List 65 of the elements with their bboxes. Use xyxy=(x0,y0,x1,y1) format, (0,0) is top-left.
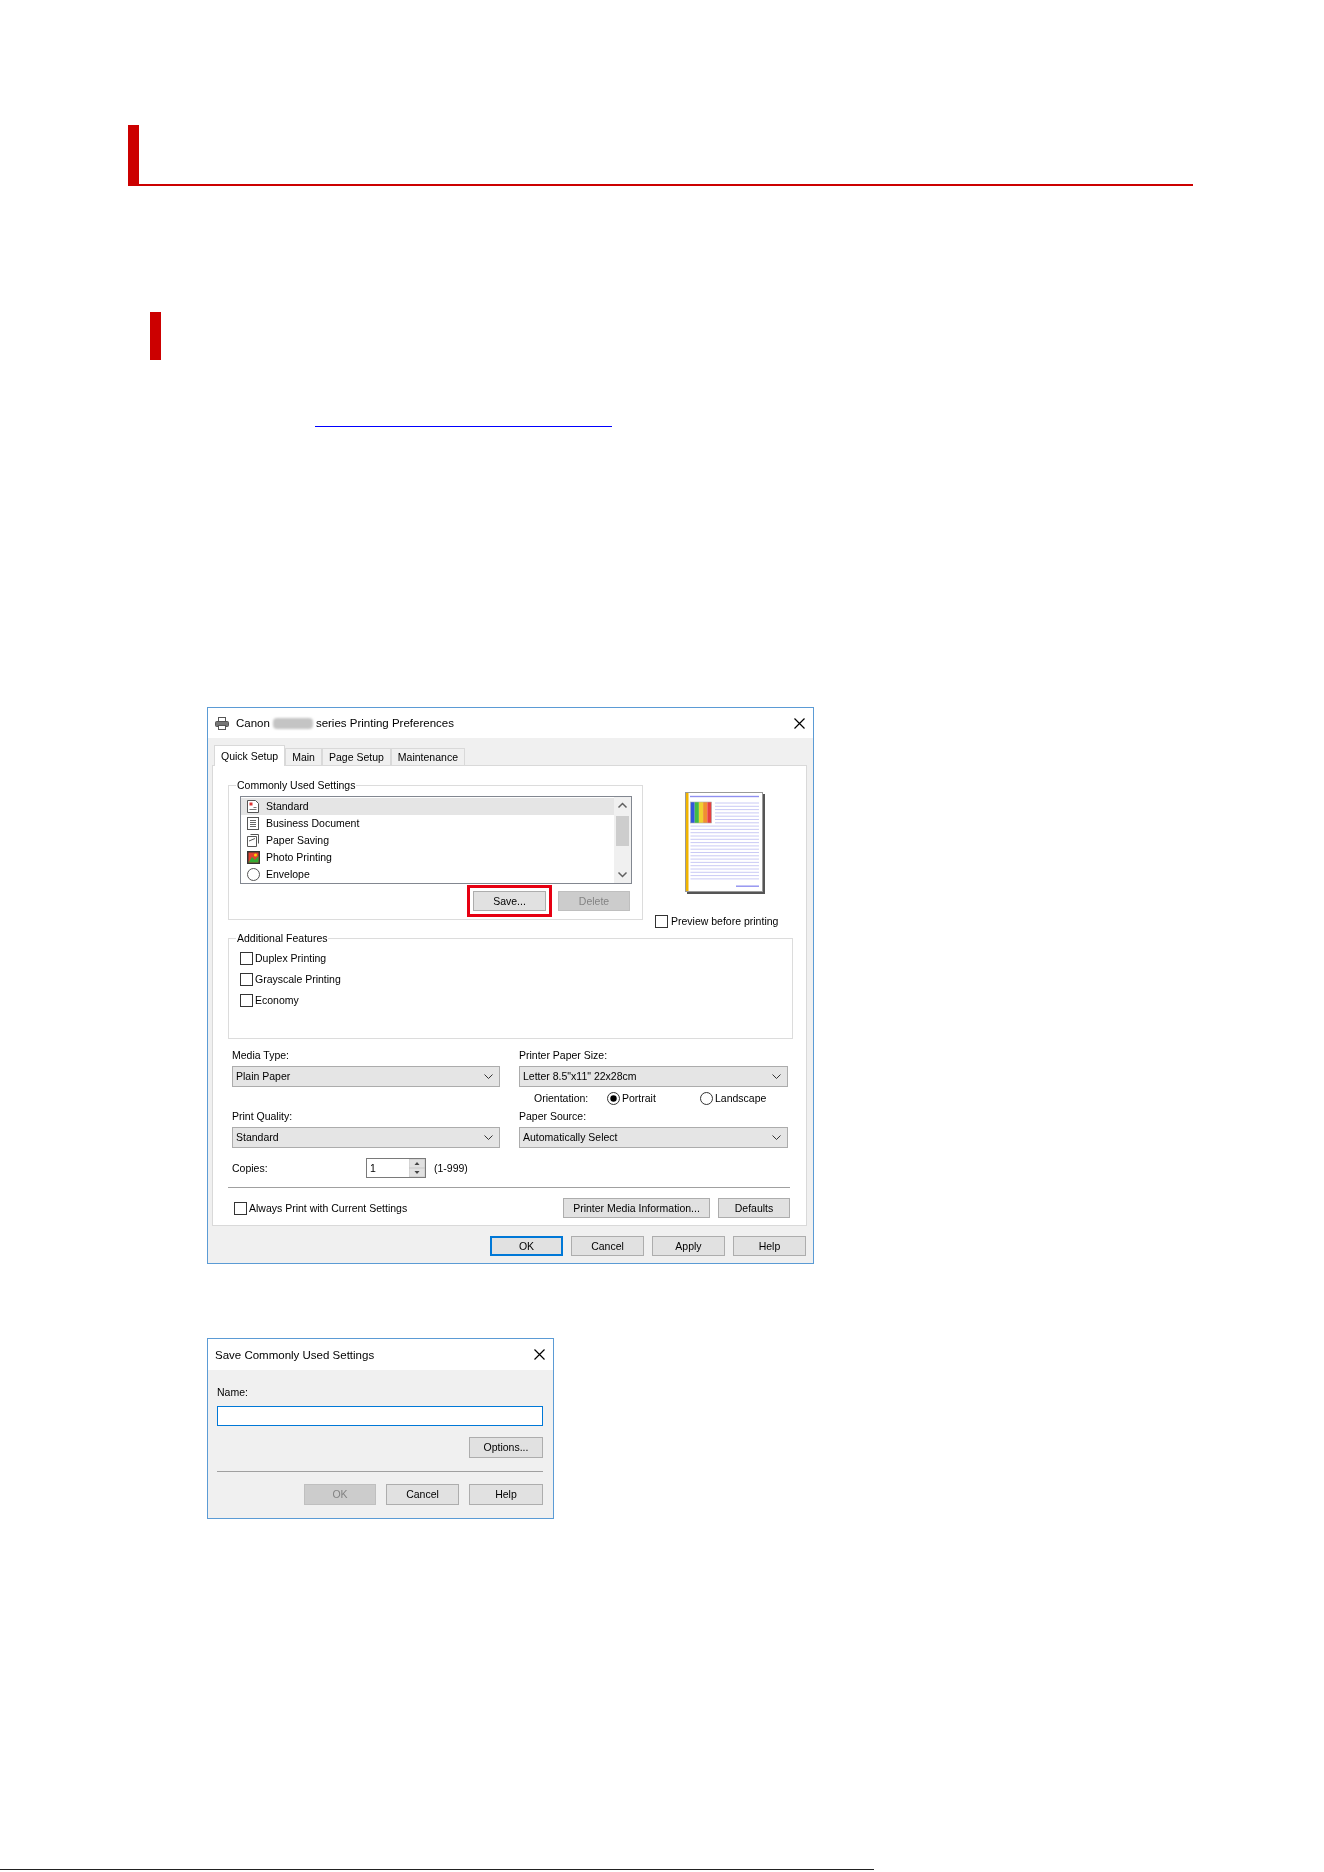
picture-icon xyxy=(247,851,260,864)
chevron-down-icon xyxy=(484,1074,493,1079)
radio-label: Portrait xyxy=(622,1092,656,1105)
printer-icon xyxy=(215,716,229,730)
checkbox-label: Grayscale Printing xyxy=(255,973,341,986)
chevron-down-icon xyxy=(484,1135,493,1140)
tab[interactable]: Page Setup xyxy=(321,748,391,765)
field-label: Name: xyxy=(217,1386,249,1399)
checkbox-label: Duplex Printing xyxy=(255,952,327,965)
document-icon xyxy=(247,800,260,813)
group-label: Commonly Used Settings xyxy=(236,779,357,792)
checkbox[interactable] xyxy=(240,952,253,965)
dialog-button[interactable]: Help xyxy=(469,1484,543,1505)
field-label: Print Quality: xyxy=(232,1110,294,1123)
options-button[interactable]: Options... xyxy=(469,1437,543,1458)
checkbox-label: Economy xyxy=(255,994,299,1007)
tab[interactable]: Main xyxy=(285,748,322,765)
dialog-button[interactable]: Help xyxy=(733,1236,806,1256)
window-title: Canon xyxy=(236,716,270,730)
caret-down-icon[interactable] xyxy=(409,1168,425,1177)
dialog-button[interactable]: Cancel xyxy=(571,1236,644,1256)
name-field[interactable] xyxy=(217,1406,543,1426)
panel-button[interactable]: Defaults xyxy=(718,1198,790,1218)
checkbox[interactable] xyxy=(655,915,668,928)
dialog-button[interactable]: OK xyxy=(490,1236,563,1256)
panel-button[interactable]: Printer Media Information... xyxy=(563,1198,710,1218)
dropdown[interactable]: Plain Paper xyxy=(232,1066,500,1087)
checkbox[interactable] xyxy=(240,994,253,1007)
tab[interactable]: Quick Setup xyxy=(214,745,286,766)
field-label: Printer Paper Size: xyxy=(519,1049,609,1062)
radio-button[interactable] xyxy=(700,1092,713,1105)
checkbox[interactable] xyxy=(240,973,253,986)
lined-page-icon xyxy=(247,817,260,830)
checkbox[interactable] xyxy=(234,1201,247,1215)
field-label: Orientation: xyxy=(534,1092,590,1105)
scrollbar-thumb[interactable] xyxy=(616,816,629,846)
dropdown[interactable]: Letter 8.5"x11" 22x28cm xyxy=(519,1066,788,1087)
list-item[interactable]: Standard xyxy=(241,798,614,815)
radio-label: Landscape xyxy=(715,1092,767,1105)
circle-icon xyxy=(247,868,260,881)
chevron-down-icon xyxy=(772,1135,781,1140)
checkbox-label: Always Print with Current Settings xyxy=(249,1201,408,1215)
close-icon[interactable] xyxy=(794,717,805,729)
dropdown[interactable]: Automatically Select xyxy=(519,1127,788,1148)
dropdown[interactable]: Standard xyxy=(232,1127,500,1148)
heading-marker xyxy=(150,312,161,360)
range-hint: (1-999) xyxy=(434,1161,468,1175)
tab[interactable]: Maintenance xyxy=(390,748,465,765)
list-action-button[interactable]: Save... xyxy=(473,891,546,911)
field-label: Paper Source: xyxy=(519,1110,588,1123)
window-title: series Printing Preferences xyxy=(315,716,454,730)
field-label: Media Type: xyxy=(232,1049,290,1062)
radio-button[interactable] xyxy=(607,1092,620,1105)
folded-pages-icon xyxy=(247,834,260,847)
field-label: Copies: xyxy=(232,1161,269,1175)
blurred-text-block xyxy=(272,717,313,729)
window-title: Save Commonly Used Settings xyxy=(215,1347,375,1362)
dialog-button[interactable]: Apply xyxy=(652,1236,725,1256)
close-icon[interactable] xyxy=(534,1349,545,1360)
chevron-down-icon xyxy=(772,1074,781,1079)
group-label: Additional Features xyxy=(236,932,329,945)
dialog-button[interactable]: Cancel xyxy=(386,1484,459,1505)
checkbox-label: Preview before printing xyxy=(671,915,779,928)
caret-up-icon[interactable] xyxy=(409,1159,425,1168)
copies-field[interactable]: 1 xyxy=(366,1158,426,1178)
